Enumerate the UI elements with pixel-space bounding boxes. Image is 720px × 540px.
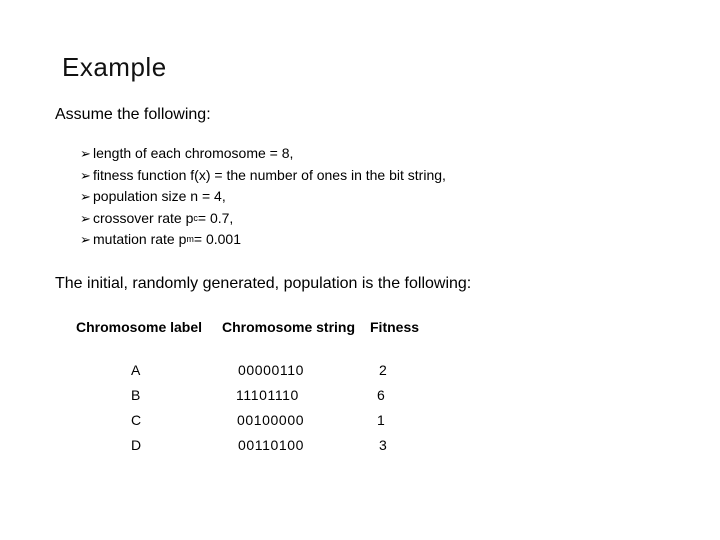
row-label: D xyxy=(131,437,142,453)
row-string: 00100000 xyxy=(237,412,305,428)
header-chromosome-string: Chromosome string xyxy=(222,319,356,335)
row-label: B xyxy=(131,387,141,403)
header-chromosome-label: Chromosome label xyxy=(76,319,203,335)
row-fitness: 1 xyxy=(377,412,385,428)
row-fitness: 6 xyxy=(377,387,385,403)
population-table: Chromosome label Chromosome string Fitne… xyxy=(0,0,720,540)
row-fitness: 3 xyxy=(379,437,387,453)
header-fitness: Fitness xyxy=(370,319,420,335)
row-label: C xyxy=(131,412,142,428)
row-string: 00110100 xyxy=(238,437,305,453)
row-fitness: 2 xyxy=(379,362,387,378)
row-string: 00000110 xyxy=(238,362,305,378)
row-label: A xyxy=(131,362,141,378)
row-string: 11101110 xyxy=(236,387,299,403)
